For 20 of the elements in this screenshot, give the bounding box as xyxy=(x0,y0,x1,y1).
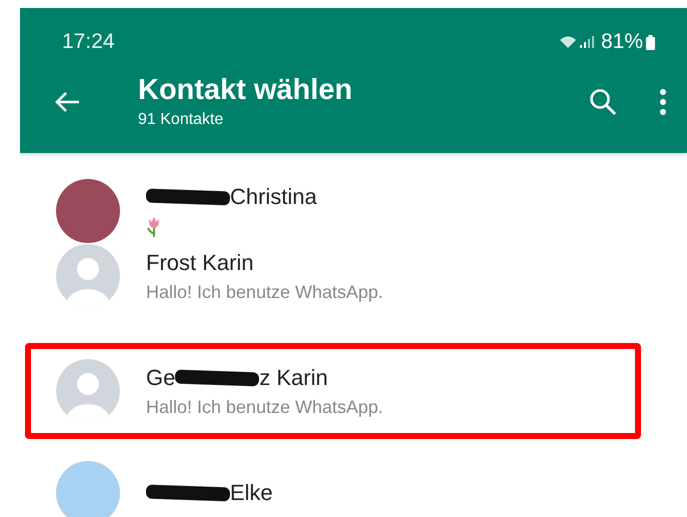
contact-row[interactable]: Elke xyxy=(25,449,641,517)
contact-name: Christina xyxy=(230,184,317,210)
contact-status: Hallo! Ich benutze WhatsApp. xyxy=(146,396,384,418)
highlighted-contact-row[interactable]: Ge z Karin Hallo! Ich benutze WhatsApp. xyxy=(25,343,641,439)
contact-count: 91 Kontakte xyxy=(138,111,224,129)
contact-name: z Karin xyxy=(259,364,328,390)
battery-icon xyxy=(646,34,655,50)
search-icon[interactable] xyxy=(589,88,617,116)
wifi-icon xyxy=(558,35,577,49)
avatar-photo-placeholder xyxy=(56,461,120,517)
back-arrow-icon[interactable] xyxy=(54,90,80,112)
battery-level: 81% xyxy=(600,30,643,54)
tulip-icon xyxy=(146,216,162,238)
contact-name-start: Ge xyxy=(146,364,176,390)
screen-title: Kontakt wählen xyxy=(138,74,354,107)
status-time: 17:24 xyxy=(62,30,115,54)
contact-name: Elke xyxy=(230,480,273,506)
more-options-icon[interactable] xyxy=(659,88,667,116)
contact-status: Hallo! Ich benutze WhatsApp. xyxy=(146,282,384,302)
signal-icon xyxy=(580,36,594,48)
